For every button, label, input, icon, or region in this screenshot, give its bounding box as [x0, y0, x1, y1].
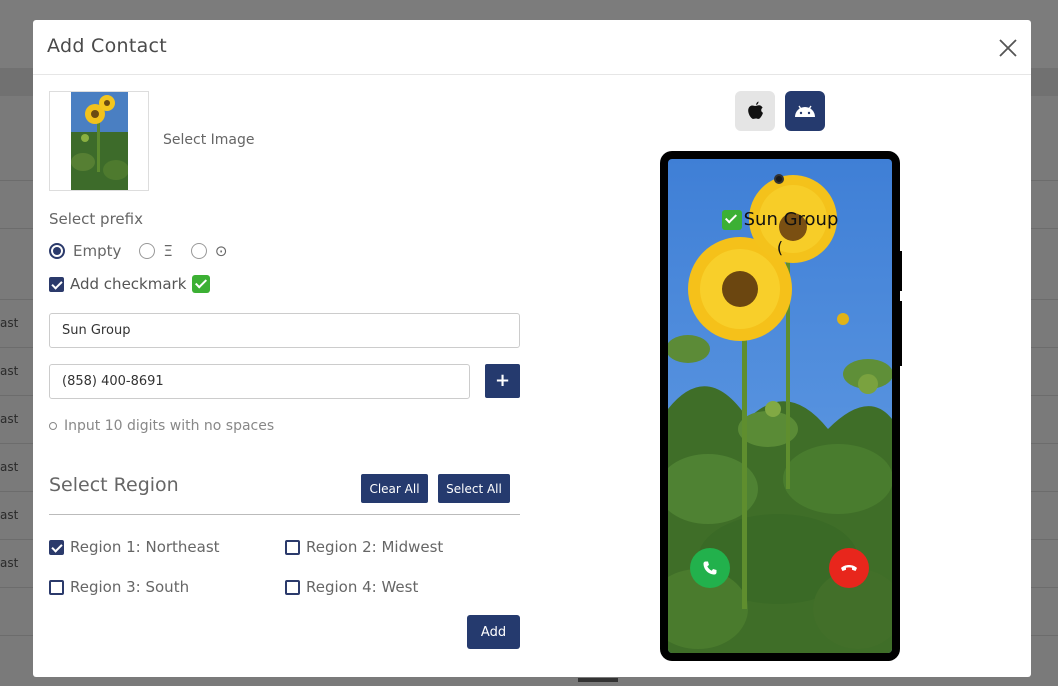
region-checkbox[interactable] — [49, 579, 64, 595]
region-checkbox[interactable] — [285, 579, 300, 595]
android-icon[interactable] — [785, 91, 825, 131]
radio-label: Empty — [73, 242, 122, 260]
background-scroll-indicator — [578, 678, 618, 682]
region-2-midwest[interactable]: Region 2: Midwest — [285, 538, 443, 556]
region-label: Region 2: Midwest — [306, 538, 444, 556]
phone-decline-icon[interactable] — [829, 548, 869, 588]
divider — [49, 514, 520, 515]
background-row-label: ast — [0, 316, 19, 330]
modal-title: Add Contact — [47, 35, 168, 57]
radio-label: ⊙ — [214, 242, 228, 260]
background-row-label: ast — [0, 412, 19, 426]
contact-name-input[interactable] — [49, 313, 520, 348]
caller-name-text: Sun Group — [743, 209, 839, 230]
prefix-option-xi[interactable]: Ξ — [139, 242, 173, 260]
prefix-label: Select prefix — [49, 210, 143, 228]
caller-name-display: Sun Group — [668, 209, 892, 230]
sunflower-thumbnail — [71, 92, 128, 190]
bullet-icon — [49, 422, 57, 430]
caller-phone-display: ( — [776, 238, 784, 257]
front-camera — [774, 174, 784, 184]
radio-button[interactable] — [190, 243, 207, 259]
phone-hint-text: Input 10 digits with no spaces — [64, 418, 275, 434]
region-label: Region 4: West — [306, 578, 419, 596]
phone-side-button — [899, 251, 902, 291]
add-phone-button[interactable]: + — [485, 364, 520, 398]
region-checkbox[interactable] — [285, 539, 300, 555]
add-checkmark-row[interactable]: Add checkmark — [49, 275, 211, 293]
phone-accept-icon[interactable] — [690, 548, 730, 588]
prefix-option-circle[interactable]: ⊙ — [190, 242, 228, 260]
region-3-south[interactable]: Region 3: South — [49, 578, 189, 596]
apple-icon[interactable] — [735, 91, 775, 131]
contact-image-preview[interactable] — [49, 91, 149, 191]
clear-all-button[interactable]: Clear All — [361, 474, 428, 503]
phone-hint: Input 10 digits with no spaces — [49, 418, 274, 434]
region-label: Region 3: South — [70, 578, 190, 596]
background-row-label: ast — [0, 364, 19, 378]
region-section-title: Select Region — [49, 474, 179, 496]
radio-button[interactable] — [139, 243, 156, 259]
region-checkbox[interactable] — [49, 539, 64, 555]
select-all-button[interactable]: Select All — [438, 474, 510, 503]
close-icon[interactable] — [997, 37, 1019, 59]
modal-header: Add Contact — [33, 20, 1031, 75]
prefix-radio-group: Empty Ξ ⊙ — [49, 242, 245, 260]
background-row-label: ast — [0, 556, 19, 570]
select-image-link[interactable]: Select Image — [163, 132, 255, 148]
add-contact-button[interactable]: Add — [467, 615, 520, 649]
radio-label: Ξ — [163, 242, 173, 260]
prefix-option-empty[interactable]: Empty — [49, 242, 121, 260]
radio-button[interactable] — [49, 243, 65, 259]
green-checkmark-icon — [721, 210, 742, 230]
phone-side-button — [899, 301, 902, 366]
add-checkmark-checkbox[interactable] — [49, 276, 64, 292]
region-4-west[interactable]: Region 4: West — [285, 578, 418, 596]
background-row-label: ast — [0, 460, 19, 474]
background-row-label: ast — [0, 508, 19, 522]
region-1-northeast[interactable]: Region 1: Northeast — [49, 538, 220, 556]
green-checkmark-icon — [192, 275, 211, 293]
region-label: Region 1: Northeast — [70, 538, 220, 556]
phone-number-input[interactable] — [49, 364, 470, 399]
add-checkmark-label: Add checkmark — [70, 275, 187, 293]
